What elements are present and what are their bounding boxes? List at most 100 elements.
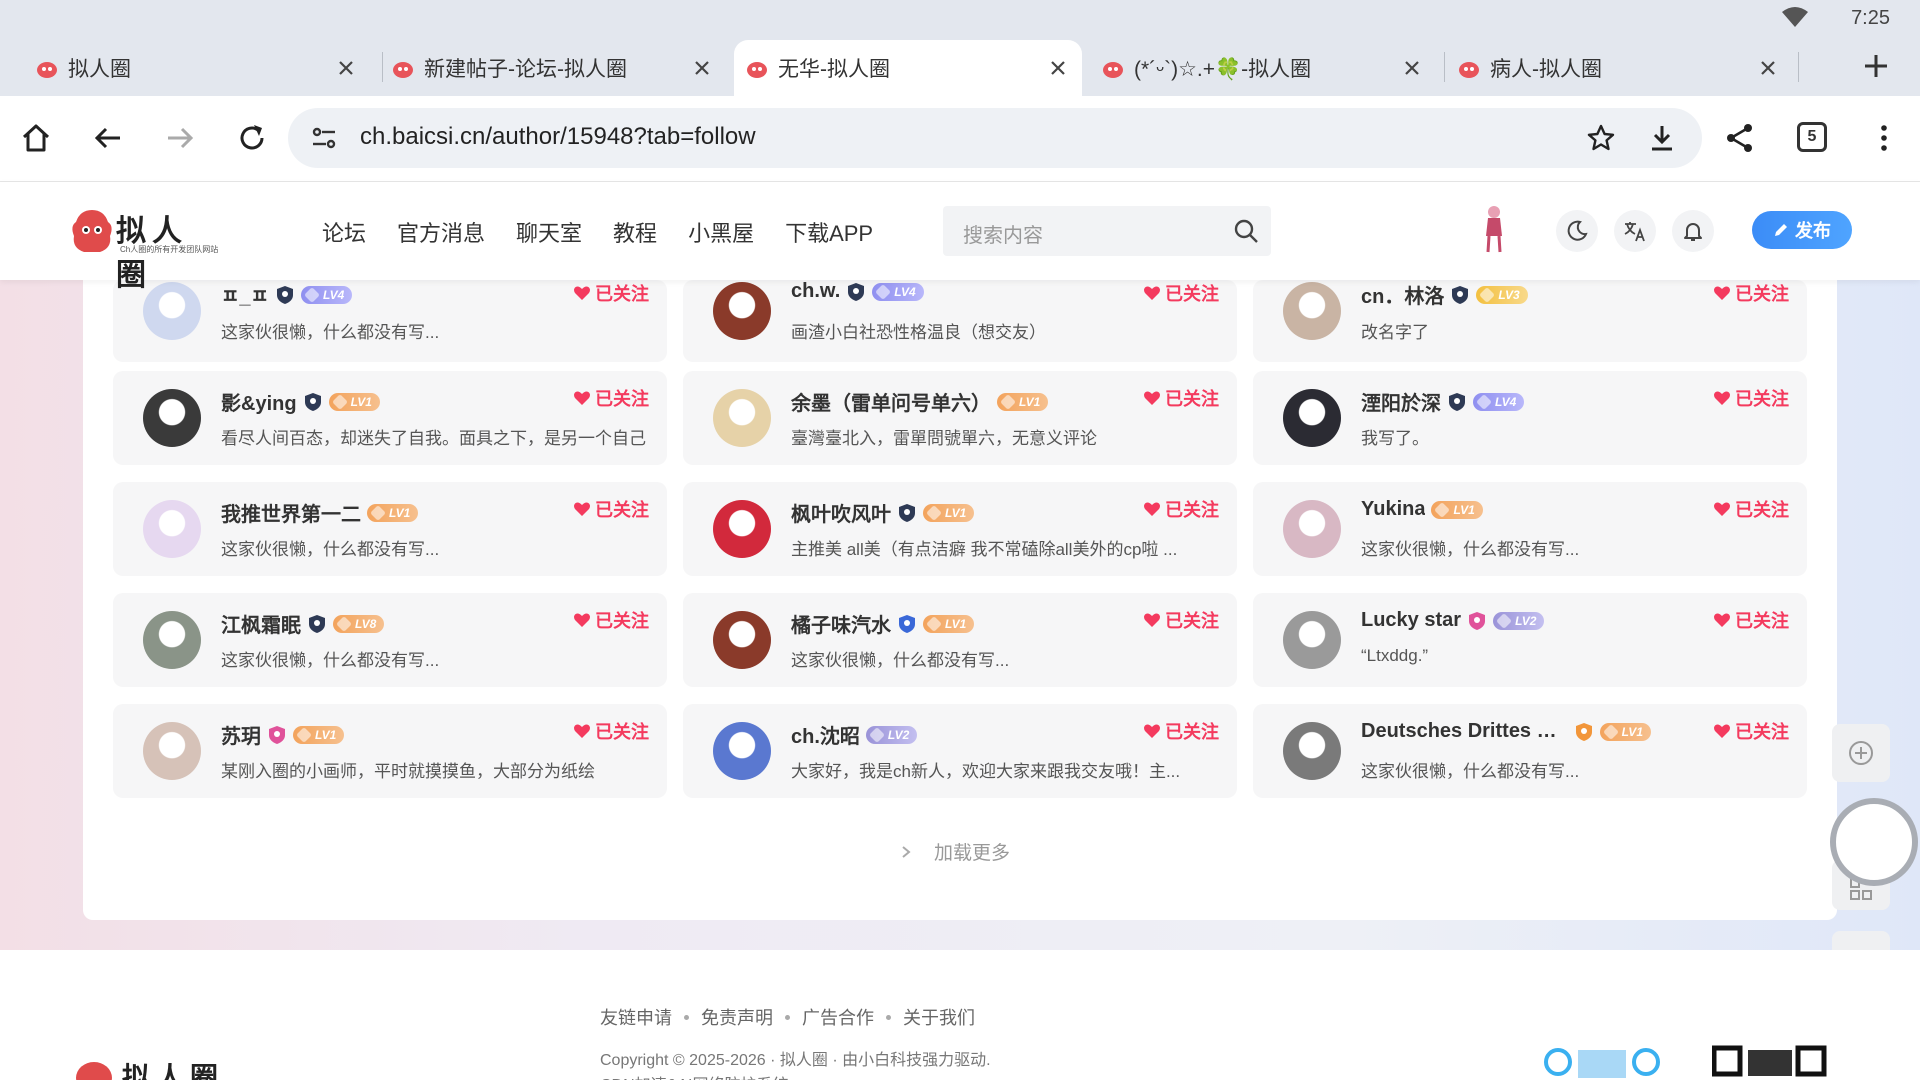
followed-button[interactable]: 已关注 xyxy=(573,280,649,306)
avatar[interactable] xyxy=(713,500,771,558)
site-settings-icon[interactable] xyxy=(310,124,338,152)
username[interactable]: 余墨（雷单问号单六） xyxy=(791,387,991,416)
username[interactable]: 苏玥 xyxy=(221,720,261,749)
notifications-button[interactable] xyxy=(1672,210,1714,252)
follow-user-card[interactable]: 枫叶吹风叶 LV1 已关注 主推美 all美（有点洁癖 我不常磕除all美外的cp啦 … xyxy=(683,482,1237,576)
followed-button[interactable]: 已关注 xyxy=(573,496,649,522)
close-icon[interactable] xyxy=(1758,58,1778,78)
tab-switcher-button[interactable]: 5 xyxy=(1797,122,1827,152)
follow-user-card[interactable]: ch.沈昭 LV2 已关注 大家好，我是ch新人，欢迎大家来跟我交友哦！主... xyxy=(683,704,1237,798)
nav-tutorial[interactable]: 教程 xyxy=(613,216,657,248)
follow-user-card[interactable]: cn．林洛 LV3 已关注 改名字了 xyxy=(1253,280,1807,362)
avatar[interactable] xyxy=(1283,611,1341,669)
footer-link-disclaimer[interactable]: 免责声明 xyxy=(701,1004,773,1030)
share-icon[interactable] xyxy=(1722,120,1758,156)
language-toggle[interactable] xyxy=(1614,210,1656,252)
new-tab-plus-icon[interactable] xyxy=(1860,50,1892,82)
username[interactable]: ㅍ_ㅍ xyxy=(221,280,269,309)
avatar[interactable] xyxy=(713,282,771,340)
publish-button[interactable]: 发布 xyxy=(1752,211,1852,249)
avatar[interactable] xyxy=(713,611,771,669)
avatar[interactable] xyxy=(143,500,201,558)
avatar[interactable] xyxy=(713,722,771,780)
reload-icon[interactable] xyxy=(234,120,270,156)
home-icon[interactable] xyxy=(18,120,54,156)
nav-blackroom[interactable]: 小黑屋 xyxy=(688,216,754,248)
load-more-button[interactable]: 加载更多 xyxy=(900,838,1010,865)
forward-arrow-icon[interactable] xyxy=(162,120,198,156)
username[interactable]: 枫叶吹风叶 xyxy=(791,498,891,527)
search-icon[interactable] xyxy=(1233,218,1259,244)
follow-user-card[interactable]: 我推世界第一二 LV1 已关注 这家伙很懒，什么都没有写... xyxy=(113,482,667,576)
follow-user-card[interactable]: Lucky star LV2 已关注 “Ltxddg.” xyxy=(1253,593,1807,687)
follow-user-card[interactable]: 影&ying LV1 已关注 看尽人间百态，却迷失了自我。面具之下，是另一个自己 xyxy=(113,371,667,465)
followed-button[interactable]: 已关注 xyxy=(1713,607,1789,633)
avatar[interactable] xyxy=(143,611,201,669)
username[interactable]: ch.沈昭 xyxy=(791,720,860,749)
username[interactable]: 影&ying xyxy=(221,387,297,416)
footer-link-about[interactable]: 关于我们 xyxy=(903,1004,975,1030)
username[interactable]: 我推世界第一二 xyxy=(221,498,361,527)
followed-button[interactable]: 已关注 xyxy=(1713,385,1789,411)
bookmark-star-icon[interactable] xyxy=(1586,123,1616,153)
browser-tab-2[interactable]: 新建帖子-论坛-拟人圈 xyxy=(380,40,726,96)
follow-user-card[interactable]: 江枫霜眠 LV8 已关注 这家伙很懒，什么都没有写... xyxy=(113,593,667,687)
nav-download-app[interactable]: 下载APP xyxy=(785,216,873,248)
close-icon[interactable] xyxy=(1048,58,1068,78)
download-icon[interactable] xyxy=(1646,122,1678,154)
float-add-button[interactable] xyxy=(1832,724,1890,782)
avatar[interactable] xyxy=(1283,500,1341,558)
username[interactable]: Lucky star xyxy=(1361,609,1461,632)
username[interactable]: Deutsches Drittes ReiDe... xyxy=(1361,720,1568,743)
dark-mode-toggle[interactable] xyxy=(1556,210,1598,252)
nav-chatroom[interactable]: 聊天室 xyxy=(516,216,582,248)
username[interactable]: 橘子味汽水 xyxy=(791,609,891,638)
followed-button[interactable]: 已关注 xyxy=(573,607,649,633)
browser-tab-3-active[interactable]: 无华-拟人圈 xyxy=(734,40,1082,96)
followed-button[interactable]: 已关注 xyxy=(1143,385,1219,411)
avatar[interactable] xyxy=(713,389,771,447)
site-logo[interactable]: 拟人圈 Ch人圈的所有开发团队网站 xyxy=(70,204,220,293)
followed-button[interactable]: 已关注 xyxy=(573,718,649,744)
follow-user-card[interactable]: 湮阳於深 LV4 已关注 我写了。 xyxy=(1253,371,1807,465)
avatar[interactable] xyxy=(143,722,201,780)
followed-button[interactable]: 已关注 xyxy=(1713,718,1789,744)
username[interactable]: cn．林洛 xyxy=(1361,280,1444,309)
followed-button[interactable]: 已关注 xyxy=(1713,496,1789,522)
avatar[interactable] xyxy=(1283,282,1341,340)
username[interactable]: 江枫霜眠 xyxy=(221,609,301,638)
follow-user-card[interactable]: 余墨（雷单问号单六） LV1 已关注 臺灣臺北入，雷單問號單六，无意义评论 xyxy=(683,371,1237,465)
follow-user-card[interactable]: ch.w. LV4 已关注 画渣小白社恐性格温良（想交友） xyxy=(683,280,1237,362)
username[interactable]: 湮阳於深 xyxy=(1361,387,1441,416)
browser-tab-5[interactable]: 病人-拟人圈 xyxy=(1446,40,1792,96)
address-bar[interactable]: ch.baicsi.cn/author/15948?tab=follow xyxy=(288,108,1702,168)
followed-button[interactable]: 已关注 xyxy=(1143,607,1219,633)
followed-button[interactable]: 已关注 xyxy=(1713,280,1789,306)
avatar[interactable] xyxy=(1283,722,1341,780)
avatar[interactable] xyxy=(1283,389,1341,447)
followed-button[interactable]: 已关注 xyxy=(1143,496,1219,522)
browser-tab-4[interactable]: (*´ᵕ`)☆.+🍀-拟人圈 xyxy=(1090,40,1436,96)
followed-button[interactable]: 已关注 xyxy=(1143,280,1219,306)
followed-button[interactable]: 已关注 xyxy=(573,385,649,411)
url-text[interactable]: ch.baicsi.cn/author/15948?tab=follow xyxy=(360,123,756,151)
nav-forum[interactable]: 论坛 xyxy=(322,216,366,248)
follow-user-card[interactable]: 橘子味汽水 LV1 已关注 这家伙很懒，什么都没有写... xyxy=(683,593,1237,687)
browser-tab-1[interactable]: 拟人圈 xyxy=(24,40,370,96)
site-search-box[interactable]: 搜索内容 xyxy=(943,206,1271,256)
footer-link-friend[interactable]: 友链申请 xyxy=(600,1004,672,1030)
follow-user-card[interactable]: Yukina LV1 已关注 这家伙很懒，什么都没有写... xyxy=(1253,482,1807,576)
more-menu-icon[interactable] xyxy=(1866,120,1902,156)
assistive-touch-button[interactable] xyxy=(1830,798,1918,886)
nav-official-news[interactable]: 官方消息 xyxy=(397,216,485,248)
close-icon[interactable] xyxy=(1402,58,1422,78)
username[interactable]: ch.w. xyxy=(791,280,840,303)
mascot-figure-icon[interactable] xyxy=(1480,204,1508,254)
follow-user-card[interactable]: Deutsches Drittes ReiDe... LV1 已关注这家伙很懒，什么… xyxy=(1253,704,1807,798)
close-icon[interactable] xyxy=(336,58,356,78)
footer-link-ads[interactable]: 广告合作 xyxy=(802,1004,874,1030)
avatar[interactable] xyxy=(143,389,201,447)
followed-button[interactable]: 已关注 xyxy=(1143,718,1219,744)
username[interactable]: Yukina xyxy=(1361,498,1425,521)
follow-user-card[interactable]: 苏玥 LV1 已关注 某刚入圈的小画师，平时就摸摸鱼，大部分为纸绘 xyxy=(113,704,667,798)
